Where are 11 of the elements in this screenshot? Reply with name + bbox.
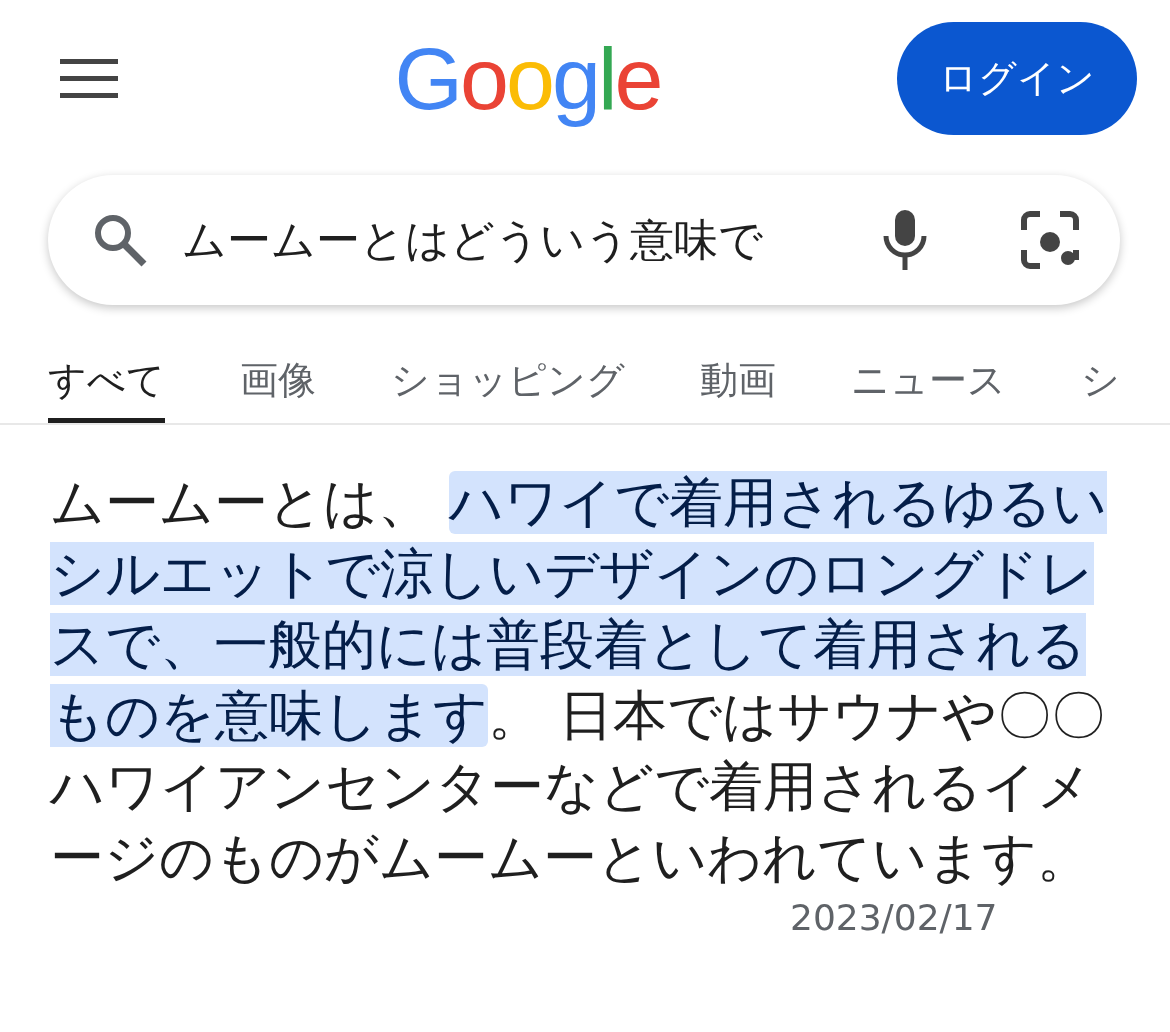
login-button[interactable]: ログイン	[897, 22, 1137, 135]
tab[interactable]: ショッピング	[391, 355, 625, 423]
tab[interactable]: 画像	[240, 355, 316, 423]
menu-icon[interactable]	[60, 58, 118, 99]
tab[interactable]: 動画	[700, 355, 776, 423]
tab[interactable]: ニュース	[851, 355, 1006, 423]
camera-icon[interactable]	[1020, 210, 1080, 270]
date-text: 2023/02/17	[790, 896, 998, 940]
tab[interactable]: すべて	[48, 355, 165, 423]
search-field[interactable]: ムームーとはどういう意味で	[48, 175, 1120, 305]
tab[interactable]: シ	[1081, 355, 1120, 423]
